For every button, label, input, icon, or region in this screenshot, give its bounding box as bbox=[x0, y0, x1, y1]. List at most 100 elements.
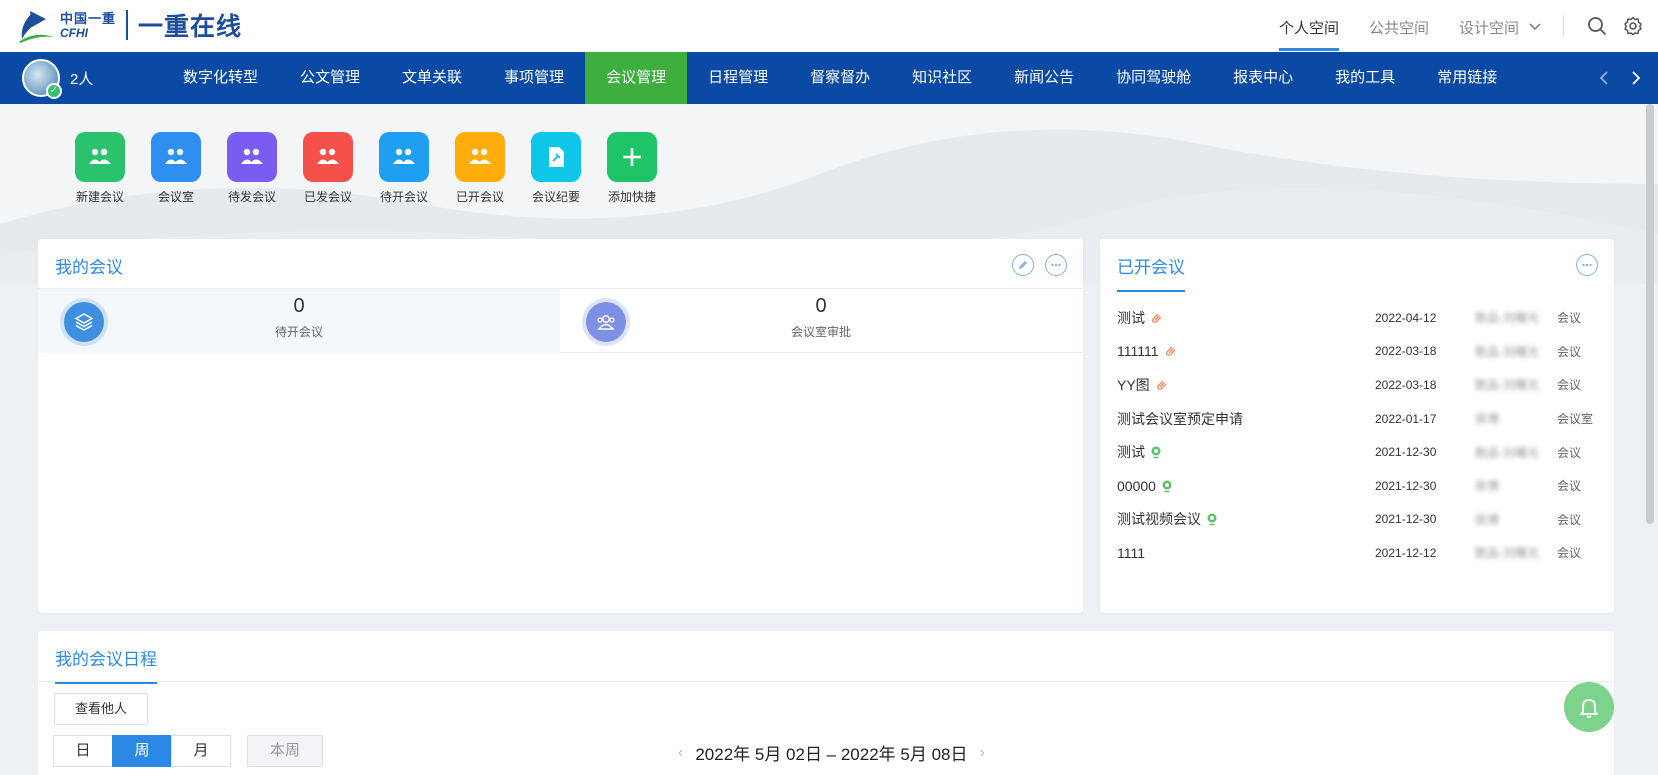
chevron-right-icon[interactable] bbox=[1626, 68, 1646, 88]
quick-action-label: 待发会议 bbox=[227, 190, 276, 204]
chevron-down-icon[interactable] bbox=[1527, 18, 1543, 34]
nav-item-reports[interactable]: 报表中心 bbox=[1212, 52, 1314, 104]
card-title[interactable]: 我的会议日程 bbox=[55, 645, 157, 684]
top-header: 中国一重 CFHI 一重在线 个人空间 公共空间 设计空间 bbox=[0, 0, 1658, 52]
stat-value: 0 bbox=[815, 295, 827, 317]
list-item[interactable]: YY图 2022-03-18 数品-刘曙光 会议 bbox=[1117, 368, 1601, 402]
my-meetings-card: 我的会议 0 待开会议 0 会议室审批 bbox=[38, 239, 1083, 613]
stat-label: 会议室审批 bbox=[790, 325, 851, 339]
logo-line1: 中国一重 bbox=[60, 10, 117, 26]
people-icon bbox=[379, 132, 429, 182]
camera-icon bbox=[1207, 513, 1217, 526]
more-button[interactable] bbox=[1045, 254, 1067, 276]
nav-item-digital-transformation[interactable]: 数字化转型 bbox=[162, 52, 279, 104]
quick-action-add-shortcut[interactable]: 添加快捷 bbox=[594, 132, 670, 205]
meeting-title[interactable]: 00000 bbox=[1117, 478, 1156, 494]
quick-action-pending-send[interactable]: 待发会议 bbox=[214, 132, 290, 205]
meeting-author: 数品-刘曙光 bbox=[1475, 378, 1539, 393]
meeting-title[interactable]: 测试视频会议 bbox=[1117, 509, 1201, 529]
meeting-date: 2021-12-30 bbox=[1375, 478, 1437, 493]
card-title[interactable]: 已开会议 bbox=[1117, 253, 1185, 292]
space-tab-design[interactable]: 设计空间 bbox=[1459, 0, 1519, 52]
quick-action-new-meeting[interactable]: 新建会议 bbox=[62, 132, 138, 205]
list-item[interactable]: 测试 2021-12-30 数品-刘曙光 会议 bbox=[1117, 435, 1601, 469]
notification-button[interactable] bbox=[1564, 682, 1614, 732]
quick-action-meeting-room[interactable]: 会议室 bbox=[138, 132, 214, 205]
meeting-title[interactable]: 测试会议室预定申请 bbox=[1117, 409, 1243, 429]
list-item[interactable]: 测试视频会议 2021-12-30 侯博 会议 bbox=[1117, 503, 1601, 537]
view-month-button[interactable]: 月 bbox=[171, 735, 231, 767]
quick-action-label: 待开会议 bbox=[379, 190, 428, 204]
search-icon[interactable] bbox=[1586, 15, 1608, 37]
this-week-button[interactable]: 本周 bbox=[247, 735, 323, 767]
chevron-left-icon[interactable]: ‹ bbox=[678, 744, 683, 762]
header-divider bbox=[1563, 15, 1564, 37]
online-user-count: 2人 bbox=[70, 70, 94, 88]
nav-item-meeting-management[interactable]: 会议管理 bbox=[585, 52, 688, 104]
logo[interactable]: 中国一重 CFHI 一重在线 bbox=[16, 3, 242, 47]
meeting-type: 会议 bbox=[1557, 546, 1582, 561]
quick-action-held[interactable]: 已开会议 bbox=[442, 132, 518, 205]
date-range-text: 2022年 5月 02日 – 2022年 5月 08日 bbox=[695, 745, 968, 764]
nav-item-news[interactable]: 新闻公告 bbox=[993, 52, 1095, 104]
meeting-type: 会议 bbox=[1557, 512, 1582, 527]
quick-action-label: 新建会议 bbox=[75, 190, 124, 204]
list-item[interactable]: 测试会议室预定申请 2022-01-17 侯博 会议室 bbox=[1117, 402, 1601, 436]
space-tab-personal[interactable]: 个人空间 bbox=[1278, 0, 1339, 52]
view-week-button[interactable]: 周 bbox=[112, 735, 172, 767]
meeting-title[interactable]: 测试 bbox=[1117, 308, 1145, 328]
people-icon bbox=[75, 132, 125, 182]
paperclip-icon bbox=[1165, 346, 1175, 357]
nav-item-knowledge-community[interactable]: 知识社区 bbox=[891, 52, 993, 104]
meeting-date: 2022-01-17 bbox=[1375, 411, 1437, 426]
meeting-title[interactable]: 111111 bbox=[1117, 343, 1159, 359]
list-item[interactable]: 111111 2022-03-18 数品-刘曙光 会议 bbox=[1117, 335, 1601, 369]
meeting-author: 侯博 bbox=[1475, 512, 1500, 527]
nav-item-matter-management[interactable]: 事项管理 bbox=[483, 52, 585, 104]
quick-action-label: 会议室 bbox=[157, 190, 194, 204]
nav-item-document-link[interactable]: 文单关联 bbox=[381, 52, 483, 104]
opened-meetings-card: 已开会议 测试 2022-04-12 数品-刘曙光 会议 111111 2022… bbox=[1100, 239, 1614, 613]
online-users[interactable]: ✓ 2人 bbox=[22, 58, 94, 99]
camera-icon bbox=[1151, 446, 1161, 459]
list-item[interactable]: 测试 2022-04-12 数品-刘曙光 会议 bbox=[1117, 301, 1601, 335]
page-scrollbar[interactable] bbox=[1646, 104, 1654, 524]
edit-button[interactable] bbox=[1012, 254, 1034, 276]
camera-icon bbox=[1162, 480, 1172, 493]
meeting-date: 2022-03-18 bbox=[1375, 344, 1437, 359]
people-icon bbox=[151, 132, 201, 182]
view-day-button[interactable]: 日 bbox=[53, 735, 113, 767]
nav-item-cockpit[interactable]: 协同驾驶舱 bbox=[1095, 52, 1212, 104]
pencil-icon bbox=[1019, 261, 1027, 269]
stat-pending-meetings[interactable]: 0 待开会议 bbox=[38, 289, 560, 353]
meeting-author: 侯博 bbox=[1475, 412, 1500, 427]
meeting-author: 侯博 bbox=[1475, 479, 1500, 494]
stat-room-approval[interactable]: 0 会议室审批 bbox=[560, 289, 1082, 353]
chevron-left-icon[interactable] bbox=[1594, 68, 1614, 88]
nav-item-common-links[interactable]: 常用链接 bbox=[1416, 52, 1518, 104]
nav-item-document-management[interactable]: 公文管理 bbox=[279, 52, 381, 104]
quick-action-minutes[interactable]: 会议纪要 bbox=[518, 132, 594, 205]
check-icon: ✓ bbox=[46, 83, 62, 99]
view-others-button[interactable]: 查看他人 bbox=[54, 693, 148, 725]
nav-menu: 数字化转型 公文管理 文单关联 事项管理 会议管理 日程管理 督察督办 知识社区… bbox=[162, 52, 1518, 104]
meeting-type: 会议 bbox=[1557, 479, 1582, 494]
meeting-title[interactable]: YY图 bbox=[1117, 375, 1150, 395]
quick-action-upcoming[interactable]: 待开会议 bbox=[366, 132, 442, 205]
gear-icon[interactable] bbox=[1622, 15, 1644, 37]
meeting-title[interactable]: 测试 bbox=[1117, 442, 1145, 462]
opened-meetings-list: 测试 2022-04-12 数品-刘曙光 会议 111111 2022-03-1… bbox=[1117, 301, 1601, 570]
list-item[interactable]: 1111 2021-12-12 数品-刘曙光 会议 bbox=[1117, 536, 1601, 570]
list-item[interactable]: 00000 2021-12-30 侯博 会议 bbox=[1117, 469, 1601, 503]
bell-icon bbox=[1580, 699, 1598, 718]
people-icon bbox=[455, 132, 505, 182]
meeting-title[interactable]: 1111 bbox=[1117, 545, 1145, 561]
more-button[interactable] bbox=[1576, 254, 1598, 276]
space-tab-public[interactable]: 公共空间 bbox=[1369, 0, 1429, 52]
quick-action-sent[interactable]: 已发会议 bbox=[290, 132, 366, 205]
nav-item-my-tools[interactable]: 我的工具 bbox=[1314, 52, 1416, 104]
nav-item-supervision[interactable]: 督察督办 bbox=[789, 52, 891, 104]
nav-item-schedule-management[interactable]: 日程管理 bbox=[687, 52, 789, 104]
chevron-right-icon[interactable]: › bbox=[980, 744, 985, 762]
avatar: ✓ bbox=[22, 59, 62, 99]
